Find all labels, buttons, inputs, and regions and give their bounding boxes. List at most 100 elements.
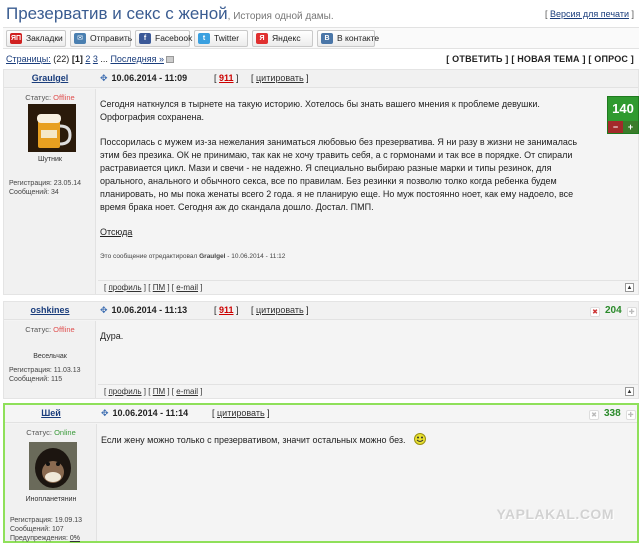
yandex-icon: Я: [256, 33, 268, 44]
share-button-facebook[interactable]: f Facebook: [135, 30, 193, 47]
post-reputation: [ 911 ]: [214, 305, 239, 315]
post-link-icon[interactable]: ✥: [100, 73, 108, 83]
author-reg: Регистрация: 11.03.13: [9, 367, 81, 374]
post-date-text: 10.06.2014 - 11:09: [111, 73, 188, 83]
post-header: GrauIgel ✥ 10.06.2014 - 11:09 [ 911 ] [ ц…: [4, 70, 638, 88]
site-watermark: YAPLAKAL.COM: [496, 506, 614, 522]
page-jump-icon[interactable]: [166, 56, 175, 63]
quote-control: [ цитировать ]: [251, 73, 309, 83]
source-link[interactable]: Отсюда: [100, 227, 132, 237]
post-author[interactable]: Шей: [5, 408, 97, 418]
post-author[interactable]: oshkines: [4, 305, 96, 315]
profile-link[interactable]: профиль: [108, 387, 141, 396]
author-msgs: Сообщений: 115: [9, 376, 63, 383]
pm-link[interactable]: ПМ: [153, 283, 165, 292]
post-date: ✥ 10.06.2014 - 11:09: [100, 73, 187, 84]
author-msgs: Сообщений: 107: [10, 526, 64, 533]
post-score: 204: [605, 305, 622, 316]
status-label: Статус:: [25, 325, 52, 334]
post-highlighted: Шей ✥ 10.06.2014 - 11:14 [ цитировать ] ✖…: [3, 403, 639, 543]
warnings-label: Предупреждения:: [10, 535, 68, 542]
post-date-text: 10.06.2014 - 11:14: [112, 408, 189, 418]
quote-button[interactable]: цитировать: [217, 408, 265, 418]
vote-minus-button[interactable]: −: [608, 121, 623, 133]
vote-minus-icon[interactable]: ✖: [589, 410, 599, 420]
topic-actions: [ ОТВЕТИТЬ ] [ НОВАЯ ТЕМА ] [ ОПРОС ]: [446, 54, 634, 64]
avatar: [29, 442, 77, 490]
vkontakte-icon: B: [321, 33, 333, 44]
post-body: Если жену можно только с презервативом, …: [101, 433, 591, 459]
author-status: Статус: Offline: [4, 93, 96, 102]
facebook-icon: f: [139, 33, 151, 44]
scroll-top-icon[interactable]: ▲: [625, 387, 634, 396]
share-button-vkontakte[interactable]: B В контакте: [317, 30, 379, 47]
poll-button[interactable]: [ ОПРОС ]: [588, 54, 634, 64]
quote-button[interactable]: цитировать: [256, 305, 304, 315]
quote-control: [ цитировать ]: [251, 305, 309, 315]
scroll-top-icon[interactable]: ▲: [625, 283, 634, 292]
post-link-icon[interactable]: ✥: [100, 305, 108, 315]
share-button-twitter[interactable]: t Twitter: [194, 30, 248, 47]
page-ellipsis: ...: [100, 54, 108, 64]
share-button-bookmarks[interactable]: ЯП Закладки: [6, 30, 66, 47]
share-bar: ЯП Закладки ✉ Отправить f Facebook t Twitter…: [3, 27, 639, 49]
post-date-text: 10.06.2014 - 11:13: [111, 305, 188, 315]
author-rank: Шутник: [38, 156, 62, 163]
post-score-area: ✖ 204 ✚: [590, 305, 637, 317]
topic-title-text: Презерватив и секс с женой: [6, 4, 228, 23]
share-label: Twitter: [214, 33, 240, 43]
quote-control: [ цитировать ]: [212, 408, 270, 418]
reputation-link[interactable]: 911: [219, 73, 234, 83]
post-header: oshkines ✥ 10.06.2014 - 11:13 [ 911 ] [ ц…: [4, 302, 638, 320]
warnings-link[interactable]: 0%: [70, 535, 80, 542]
share-button-send[interactable]: ✉ Отправить: [70, 30, 133, 47]
last-page-link[interactable]: Последняя »: [110, 54, 164, 64]
edit-note-suffix: - 10.06.2014 - 11:12: [225, 253, 286, 260]
share-button-yandex[interactable]: Я Яндекс: [252, 30, 313, 47]
topic-subtitle: , История одной дамы.: [227, 11, 334, 22]
print-version-link[interactable]: Версия для печати: [550, 9, 629, 19]
author-msgs: Сообщений: 34: [9, 189, 59, 196]
author-reg: Регистрация: 19.09.13: [10, 517, 83, 524]
share-label: Закладки: [26, 33, 63, 43]
new-topic-button[interactable]: [ НОВАЯ ТЕМА ]: [511, 54, 585, 64]
page-link-3[interactable]: 3: [93, 54, 98, 64]
pagination-label[interactable]: Страницы:: [6, 54, 51, 64]
share-label: Яндекс: [272, 33, 301, 43]
pm-link[interactable]: ПМ: [153, 387, 165, 396]
post-text: Если жену можно только с презервативом, …: [101, 435, 406, 445]
vote-minus-icon[interactable]: ✖: [590, 307, 600, 317]
profile-link[interactable]: профиль: [108, 283, 141, 292]
share-label: В контакте: [337, 33, 380, 43]
share-label: Отправить: [90, 33, 133, 43]
author-warnings: Предупреждения: 0%: [10, 534, 80, 543]
send-icon: ✉: [74, 33, 86, 44]
post-author[interactable]: GrauIgel: [4, 73, 96, 83]
author-panel: Статус: Offline Весельчак Регистрация: 1…: [4, 321, 96, 398]
vote-plus-icon[interactable]: ✚: [625, 410, 636, 420]
status-value: Offline: [53, 93, 75, 102]
post-body: Сегодня наткнулся в тырнете на такую ист…: [100, 98, 590, 263]
twitter-icon: t: [198, 33, 210, 44]
post-footer: [ профиль ] [ ПМ ] [ e-mail ] ▲: [98, 280, 638, 294]
vote-plus-icon[interactable]: ✚: [626, 307, 637, 317]
page-link-2[interactable]: 2: [85, 54, 90, 64]
reputation-link[interactable]: 911: [219, 305, 234, 315]
post-paragraph: Дура.: [100, 331, 124, 341]
post-paragraph: Поссорилась с мужем из-за нежелания зани…: [100, 137, 578, 212]
post-paragraph: Если жену можно только с презервативом, …: [101, 433, 591, 447]
post-body: Дура.: [100, 330, 590, 355]
quote-button[interactable]: цитировать: [256, 73, 304, 83]
yandex-bookmarks-icon: ЯП: [10, 33, 22, 44]
pagination: Страницы: (22) [1] 2 3 ... Последняя »: [6, 54, 175, 64]
author-rank: Инопланетянин: [25, 496, 77, 503]
share-label: Facebook: [155, 33, 193, 43]
email-link[interactable]: e-mail: [176, 283, 198, 292]
reply-button[interactable]: [ ОТВЕТИТЬ ]: [446, 54, 508, 64]
post-link-icon[interactable]: ✥: [101, 408, 109, 418]
vote-plus-button[interactable]: +: [623, 121, 638, 133]
post-paragraph: Сегодня наткнулся в тырнете на такую ист…: [100, 99, 540, 122]
email-link[interactable]: e-mail: [176, 387, 198, 396]
author-status: Статус: Offline: [4, 325, 96, 334]
vote-box: 140 − +: [607, 96, 639, 134]
